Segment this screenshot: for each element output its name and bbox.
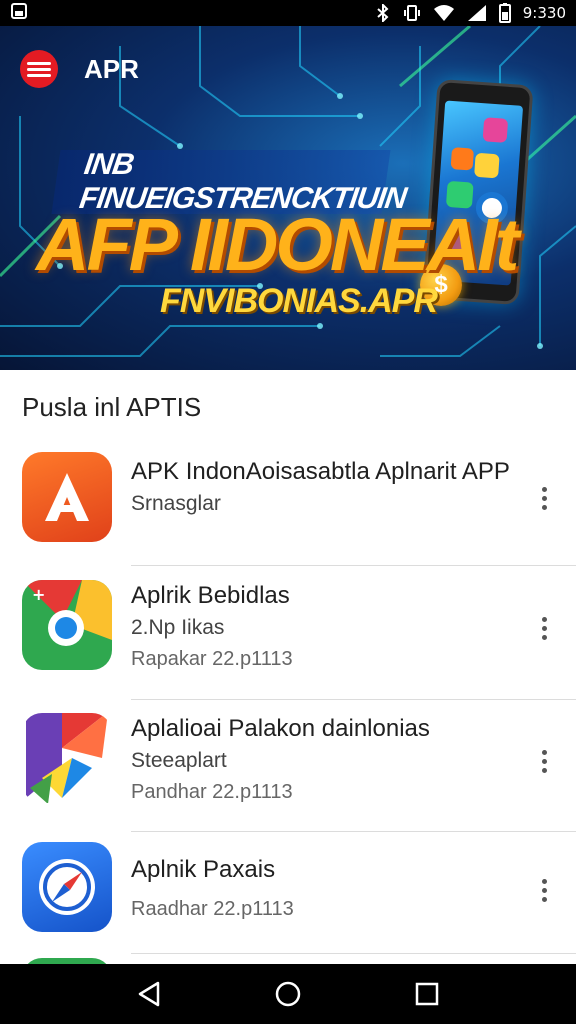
more-options-icon[interactable] — [530, 608, 558, 648]
svg-text:+: + — [32, 585, 45, 604]
status-time: 9:330 — [522, 4, 566, 22]
list-item[interactable]: APK IndonAoisasabtla Aplnarit APP Srnasg… — [0, 450, 576, 576]
more-options-icon[interactable] — [530, 478, 558, 518]
list-item[interactable]: Aplnik Paxais Raadhar 22.p1113 — [0, 842, 576, 954]
compass-icon — [22, 842, 112, 932]
app-date: Raadhar 22.p1113 — [131, 898, 294, 920]
app-name: Aplrik Bebidlas — [131, 582, 290, 609]
wifi-icon — [433, 4, 455, 22]
hero-headline-3: FNVIBONIAS.APR — [160, 282, 438, 320]
hero-headline-2: AFP IIDONEAIt — [36, 203, 519, 286]
divider — [131, 565, 576, 566]
status-bar: 9:330 — [0, 0, 576, 26]
apk-a-icon — [22, 452, 112, 542]
app-date: Pandhar 22.p1113 — [131, 781, 293, 803]
app-date: Rapakar 22.p1113 — [131, 648, 293, 670]
app-title: APR — [84, 53, 139, 84]
battery-icon — [498, 3, 511, 23]
divider — [131, 699, 576, 700]
app-list-section: Pusla inl APTIS APK IndonAoisasabtla Apl… — [0, 370, 576, 964]
more-options-icon[interactable] — [530, 870, 558, 910]
list-item[interactable]: + Aplrik Bebidlas 2.Np Iikas Rapakar 22.… — [0, 580, 576, 700]
screenshot-icon — [10, 2, 28, 24]
back-icon[interactable] — [129, 974, 169, 1014]
recents-icon[interactable] — [407, 974, 447, 1014]
chrome-like-icon: + — [22, 580, 112, 670]
divider — [131, 953, 576, 954]
bluetooth-icon — [375, 4, 391, 22]
app-subtitle: Srnasglar — [131, 492, 221, 515]
app-name: APK IndonAoisasabtla Aplnarit APP — [131, 458, 510, 485]
more-options-icon[interactable] — [530, 741, 558, 781]
app-subtitle: Steeaplart — [131, 749, 227, 772]
hero-banner: APR $ INB FINUEIGSTRENCKTIUIN AFP IIDONE… — [0, 26, 576, 370]
app-subtitle: 2.Np Iikas — [131, 616, 225, 639]
navigation-bar — [0, 964, 576, 1024]
app-name: Aplalioai Palakon dainlonias — [131, 715, 430, 742]
list-item[interactable]: Aplalioai Palakon dainlonias Steeaplart … — [0, 713, 576, 833]
divider — [131, 831, 576, 832]
home-icon[interactable] — [268, 974, 308, 1014]
app-logo-icon[interactable] — [20, 50, 58, 88]
signal-icon — [467, 4, 487, 22]
app-name: Aplnik Paxais — [131, 856, 276, 883]
play-store-like-icon — [22, 713, 112, 803]
vibrate-icon — [403, 4, 421, 22]
section-title: Pusla inl APTIS — [22, 392, 202, 422]
